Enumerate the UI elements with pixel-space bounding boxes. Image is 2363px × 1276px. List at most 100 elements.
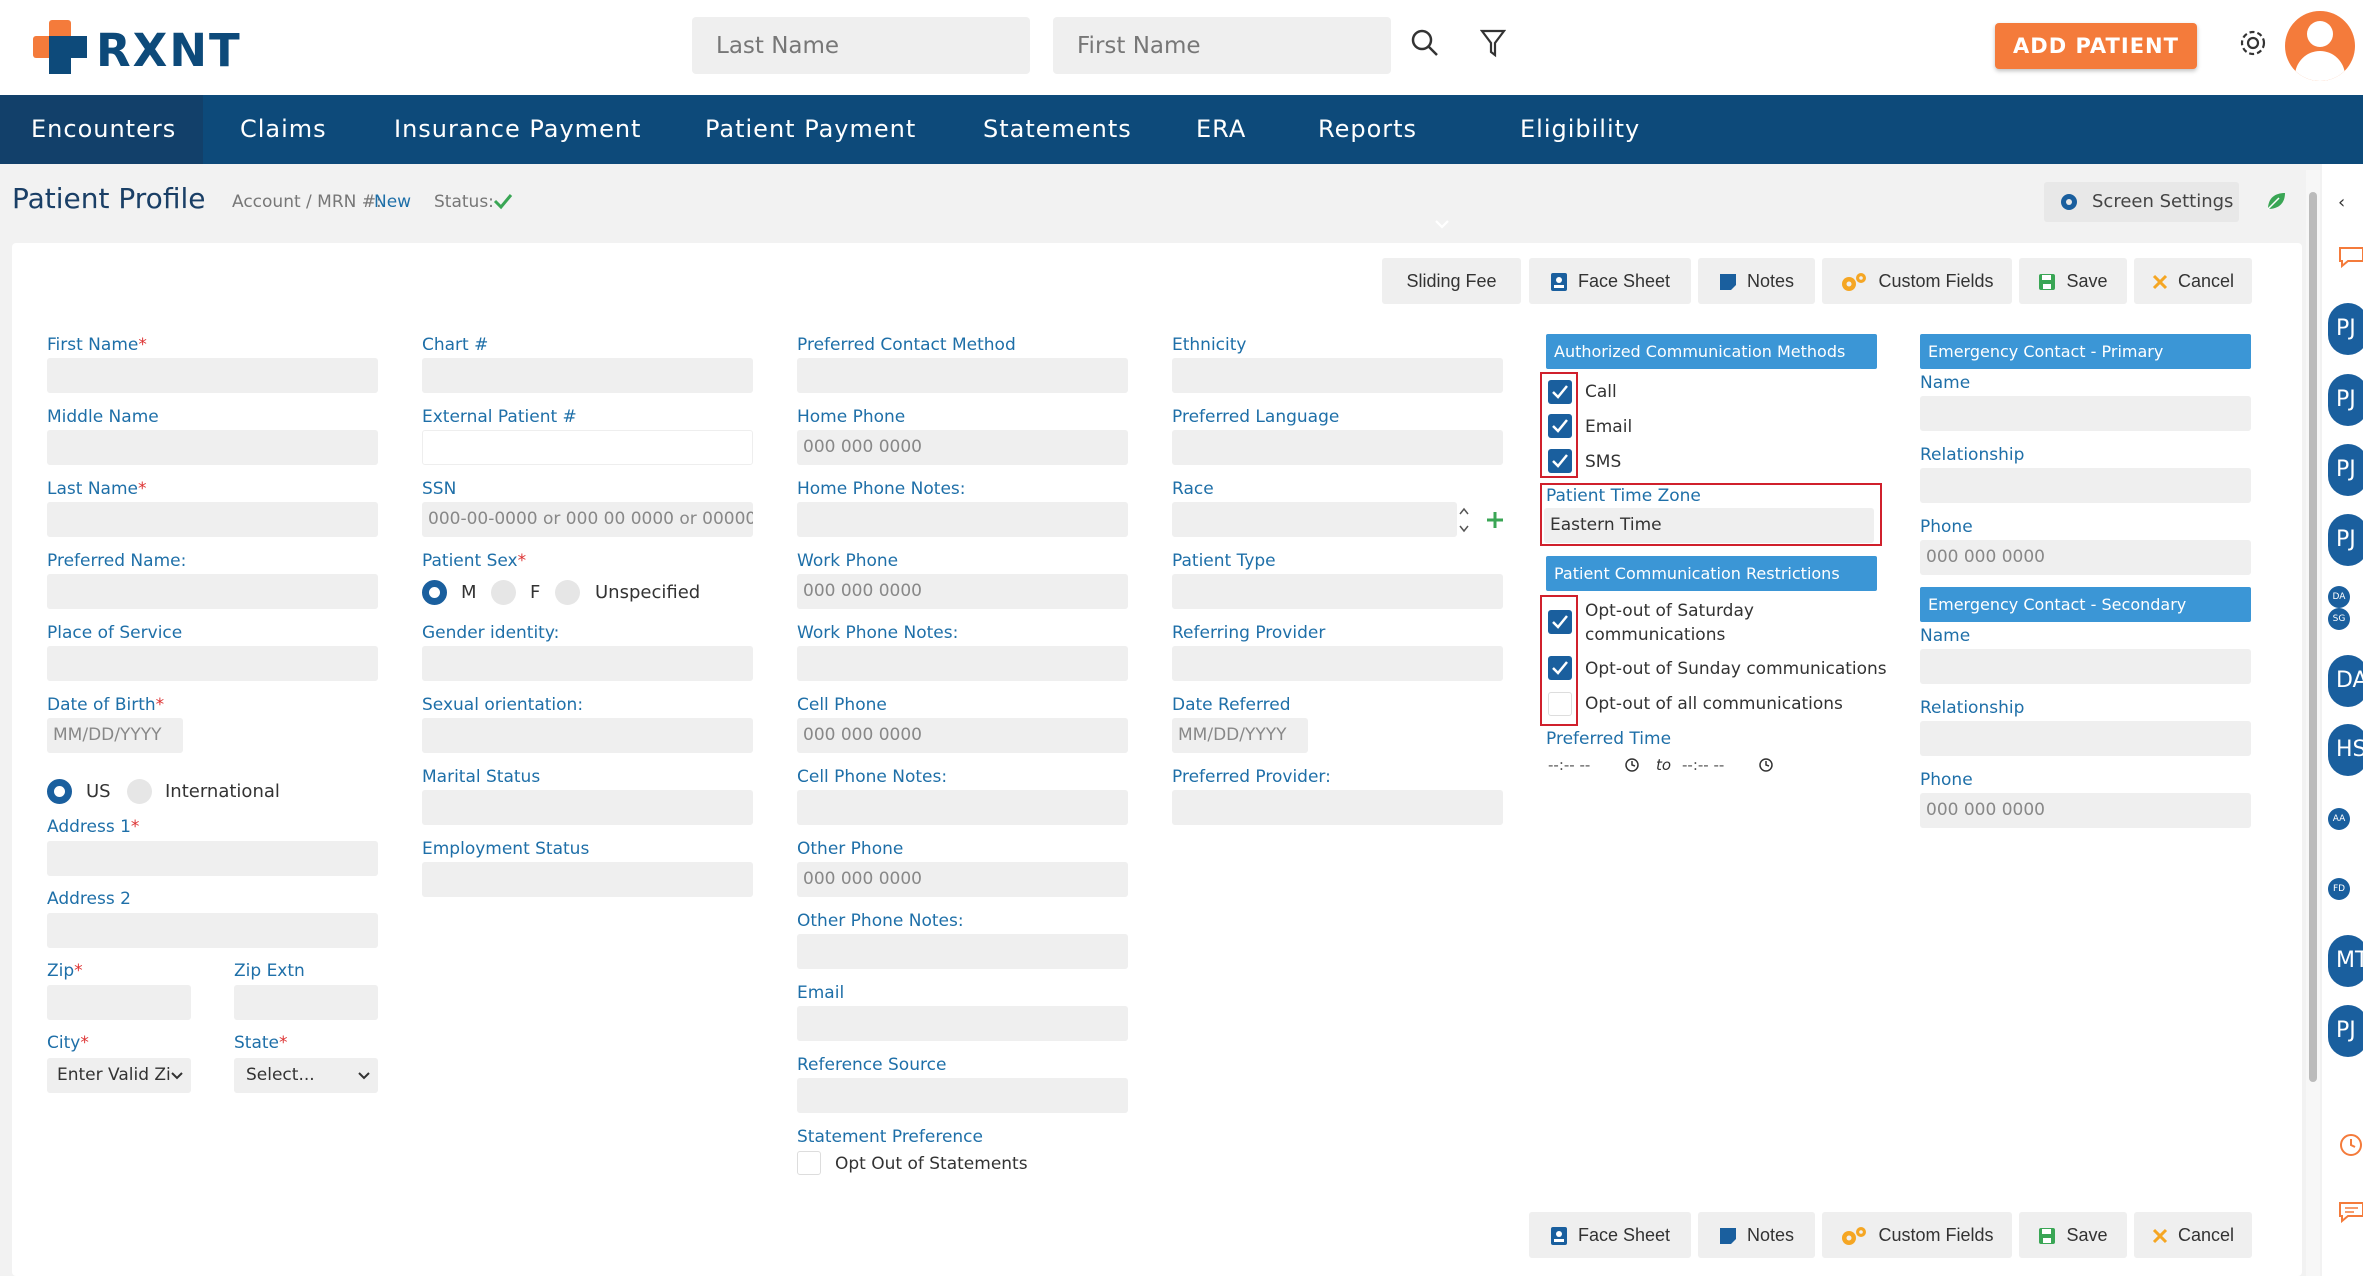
leaf-icon[interactable] xyxy=(2265,190,2287,212)
filter-icon[interactable] xyxy=(1480,28,1506,58)
preferred-time-end-input[interactable]: --:-- -- xyxy=(1682,756,1724,774)
referring-provider-input[interactable] xyxy=(1172,646,1503,681)
reference-source-input[interactable] xyxy=(797,1078,1128,1113)
preferred-language-input[interactable] xyxy=(1172,430,1503,465)
rail-avatar-4[interactable]: PJ xyxy=(2328,514,2363,566)
custom-fields-button[interactable]: Custom Fields xyxy=(1822,258,2012,304)
rail-mini-avatar-3[interactable]: AA xyxy=(2328,808,2350,830)
nav-patient-payment[interactable]: Patient Payment xyxy=(705,95,916,164)
last-name-input[interactable] xyxy=(47,502,378,537)
rail-clock-icon[interactable] xyxy=(2338,1132,2363,1158)
ssn-input[interactable]: 000-00-0000 or 000 00 0000 or 000000 xyxy=(422,502,753,537)
search-first-name-input[interactable] xyxy=(1053,17,1391,74)
rail-avatar-3[interactable]: PJ xyxy=(2328,444,2363,496)
sms-checkbox[interactable] xyxy=(1548,449,1572,473)
preferred-contact-input[interactable] xyxy=(797,358,1128,393)
other-phone-input[interactable]: 000 000 0000 xyxy=(797,862,1128,897)
primary-relationship-input[interactable] xyxy=(1920,468,2251,503)
work-phone-notes-input[interactable] xyxy=(797,646,1128,681)
place-of-service-input[interactable] xyxy=(47,646,378,681)
ethnicity-input[interactable] xyxy=(1172,358,1503,393)
dob-input[interactable]: MM/DD/YYYY xyxy=(47,718,183,753)
secondary-phone-input[interactable]: 000 000 0000 xyxy=(1920,793,2251,828)
nav-statements[interactable]: Statements xyxy=(983,95,1132,164)
rail-avatar-7[interactable]: MT xyxy=(2328,935,2363,987)
nav-encounters[interactable]: Encounters xyxy=(0,95,203,164)
rail-mini-avatar-1[interactable]: DA xyxy=(2328,586,2350,608)
opt-out-saturday-checkbox[interactable] xyxy=(1548,610,1572,634)
time-start-clock-icon[interactable] xyxy=(1624,757,1640,773)
preferred-name-input[interactable] xyxy=(47,574,378,609)
settings-gear-icon[interactable] xyxy=(2236,26,2270,60)
home-phone-input[interactable]: 000 000 0000 xyxy=(797,430,1128,465)
sliding-fee-button[interactable]: Sliding Fee xyxy=(1382,258,1521,304)
nav-eligibility[interactable]: Eligibility xyxy=(1520,95,1640,164)
nav-era[interactable]: ERA xyxy=(1196,95,1246,164)
search-icon[interactable] xyxy=(1410,28,1440,58)
time-end-clock-icon[interactable] xyxy=(1758,757,1774,773)
save-button[interactable]: Save xyxy=(2019,258,2127,304)
opt-out-statements-checkbox[interactable] xyxy=(797,1151,821,1175)
nav-insurance-payment[interactable]: Insurance Payment xyxy=(394,95,641,164)
reports-chevron-down-icon[interactable] xyxy=(1434,219,1450,229)
race-spinner-icon[interactable] xyxy=(1458,504,1470,536)
patient-type-input[interactable] xyxy=(1172,574,1503,609)
opt-out-all-checkbox[interactable] xyxy=(1548,692,1572,716)
cancel-button-bottom[interactable]: Cancel xyxy=(2134,1212,2252,1258)
sex-f-radio[interactable] xyxy=(491,580,516,605)
search-last-name-input[interactable] xyxy=(692,17,1030,74)
address1-input[interactable] xyxy=(47,841,378,876)
primary-phone-input[interactable]: 000 000 0000 xyxy=(1920,540,2251,575)
save-button-bottom[interactable]: Save xyxy=(2019,1212,2127,1258)
employment-status-input[interactable] xyxy=(422,862,753,897)
cell-phone-input[interactable]: 000 000 0000 xyxy=(797,718,1128,753)
rail-collapse-chevron-icon[interactable]: ‹ xyxy=(2338,192,2345,213)
other-phone-notes-input[interactable] xyxy=(797,934,1128,969)
address-us-radio[interactable] xyxy=(47,779,72,804)
address-international-radio[interactable] xyxy=(127,779,152,804)
custom-fields-button-bottom[interactable]: Custom Fields xyxy=(1822,1212,2012,1258)
primary-name-input[interactable] xyxy=(1920,396,2251,431)
race-input[interactable] xyxy=(1172,502,1457,537)
middle-name-input[interactable] xyxy=(47,430,378,465)
rail-avatar-8[interactable]: PJ xyxy=(2328,1005,2363,1057)
rail-message-icon[interactable] xyxy=(2338,1200,2363,1224)
sex-unspecified-radio[interactable] xyxy=(555,580,580,605)
rail-avatar-2[interactable]: PJ xyxy=(2328,374,2363,426)
first-name-input[interactable] xyxy=(47,358,378,393)
user-avatar[interactable] xyxy=(2285,11,2355,81)
scrollbar-thumb[interactable] xyxy=(2309,192,2317,1082)
add-patient-button[interactable]: ADD PATIENT xyxy=(1995,23,2197,69)
zip-extn-input[interactable] xyxy=(234,985,378,1020)
sex-m-radio[interactable] xyxy=(422,580,447,605)
vertical-scrollbar[interactable] xyxy=(2306,170,2320,1276)
nav-reports[interactable]: Reports xyxy=(1318,95,1417,164)
face-sheet-button[interactable]: Face Sheet xyxy=(1529,258,1691,304)
opt-out-sunday-checkbox[interactable] xyxy=(1548,656,1572,680)
external-patient-input[interactable] xyxy=(422,430,753,465)
face-sheet-button-bottom[interactable]: Face Sheet xyxy=(1529,1212,1691,1258)
cancel-button[interactable]: Cancel xyxy=(2134,258,2252,304)
address2-input[interactable] xyxy=(47,913,378,948)
notes-button[interactable]: Notes xyxy=(1698,258,1815,304)
date-referred-input[interactable]: MM/DD/YYYY xyxy=(1172,718,1308,753)
chat-bubble-icon[interactable] xyxy=(2338,245,2363,269)
nav-claims[interactable]: Claims xyxy=(240,95,327,164)
rail-avatar-6[interactable]: HS xyxy=(2328,724,2363,776)
rail-avatar-5[interactable]: DA xyxy=(2328,655,2363,707)
rail-mini-avatar-4[interactable]: FD xyxy=(2328,878,2350,900)
secondary-name-input[interactable] xyxy=(1920,649,2251,684)
patient-time-zone-select[interactable]: Eastern Time xyxy=(1544,508,1874,543)
chart-input[interactable] xyxy=(422,358,753,393)
cell-phone-notes-input[interactable] xyxy=(797,790,1128,825)
rail-mini-avatar-2[interactable]: SG xyxy=(2328,608,2350,630)
call-checkbox[interactable] xyxy=(1548,380,1572,404)
home-phone-notes-input[interactable] xyxy=(797,502,1128,537)
rail-avatar-1[interactable]: PJ xyxy=(2328,303,2363,355)
email-checkbox[interactable] xyxy=(1548,414,1572,438)
preferred-provider-input[interactable] xyxy=(1172,790,1503,825)
work-phone-input[interactable]: 000 000 0000 xyxy=(797,574,1128,609)
notes-button-bottom[interactable]: Notes xyxy=(1698,1212,1815,1258)
email-input[interactable] xyxy=(797,1006,1128,1041)
zip-input[interactable] xyxy=(47,985,191,1020)
